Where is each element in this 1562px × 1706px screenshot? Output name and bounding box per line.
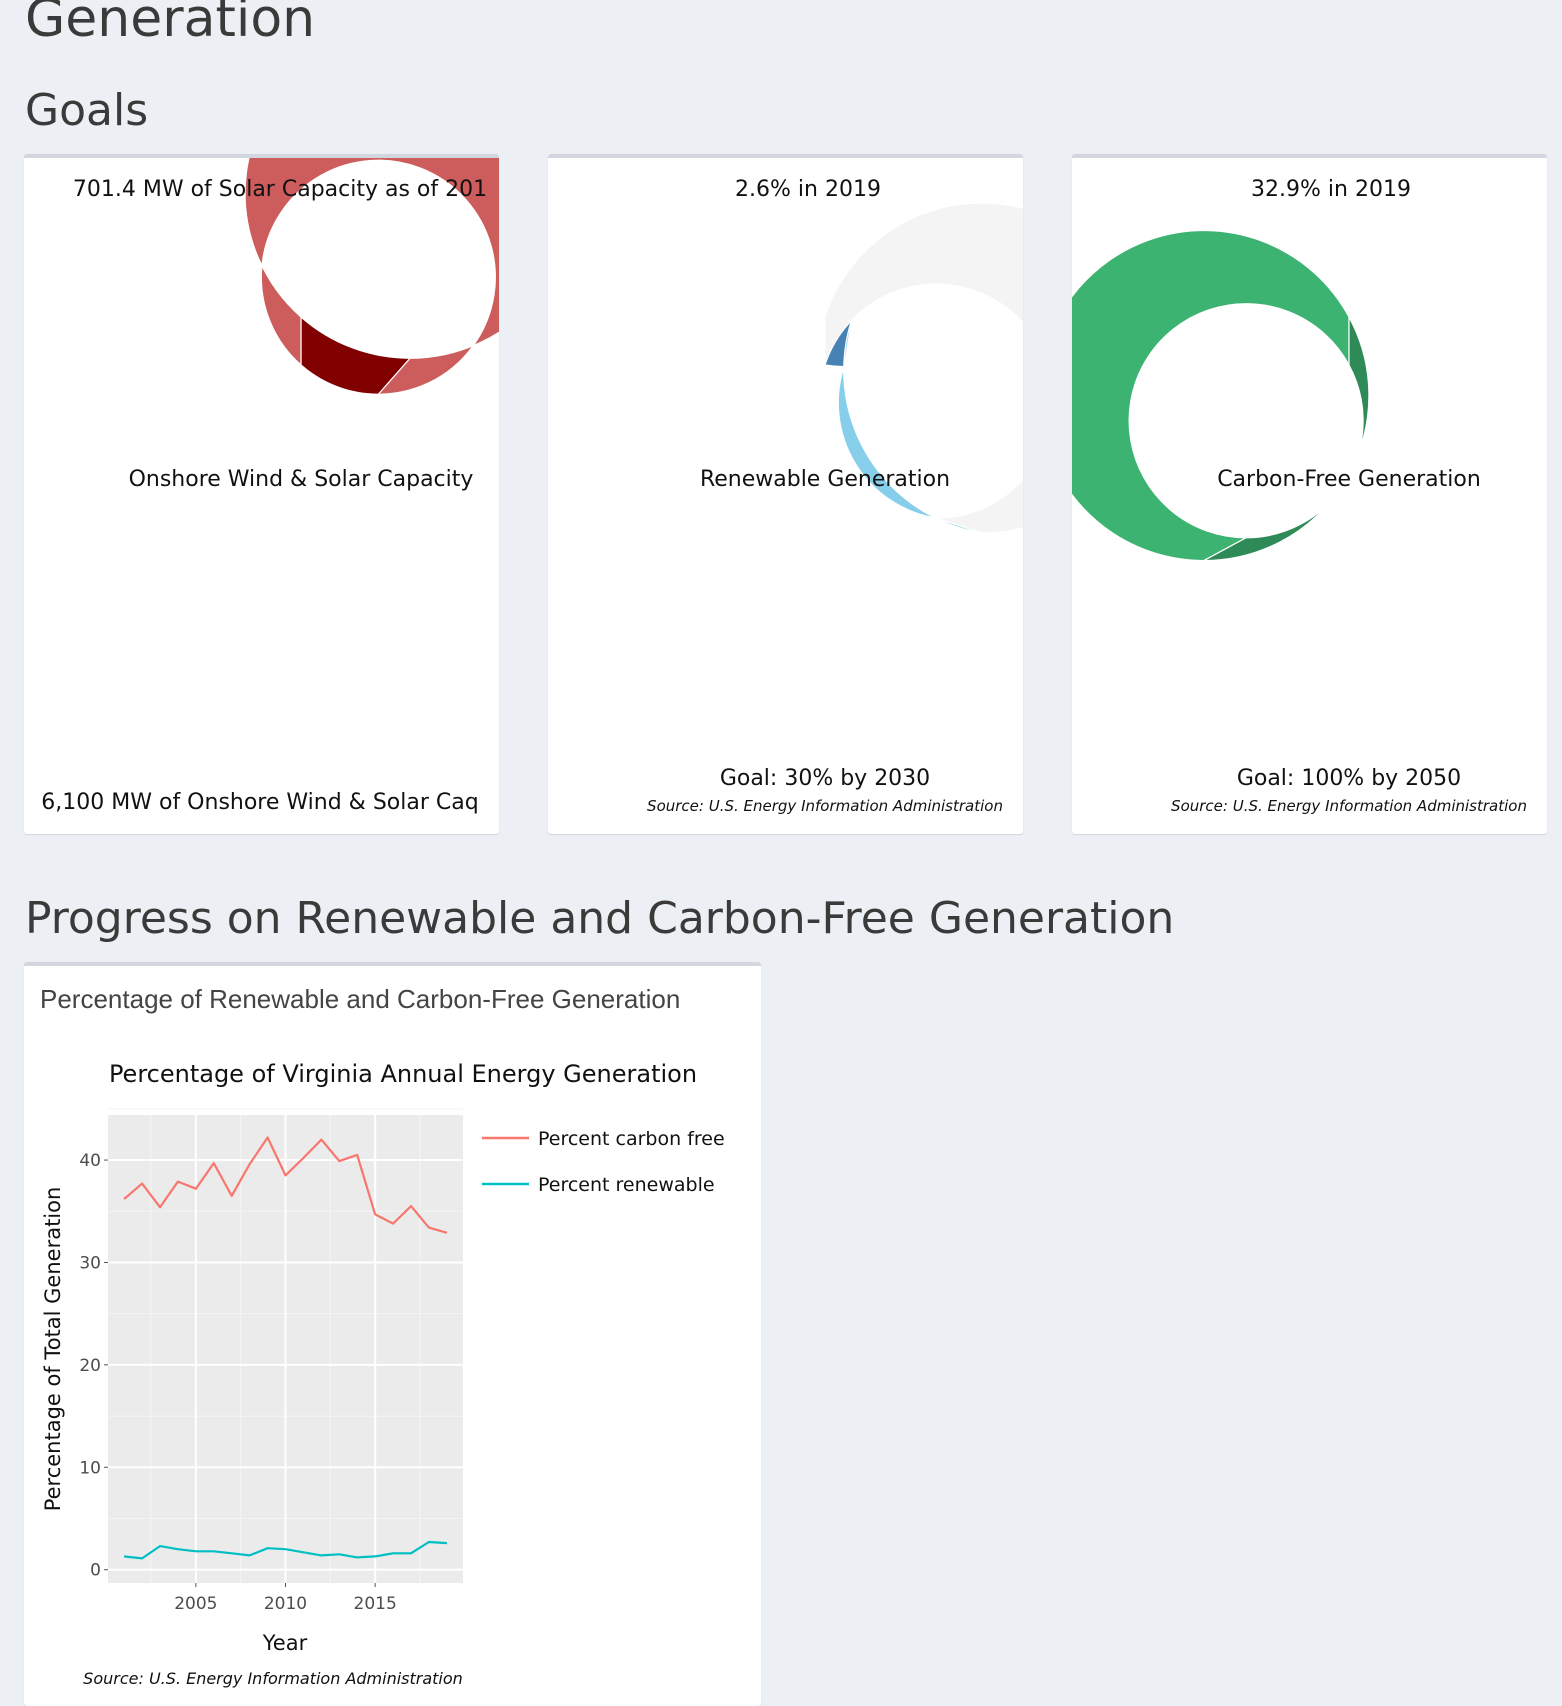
donut-slice-0 <box>1072 230 1350 562</box>
x-tick-label: 2015 <box>354 1594 397 1614</box>
goal-center-label: Renewable Generation <box>700 467 950 492</box>
x-tick-label: 2005 <box>174 1594 217 1614</box>
x-tick-label: 2010 <box>264 1594 307 1614</box>
goal-bottom-text: Goal: 100% by 2050 <box>1237 766 1461 791</box>
y-tick-label: 30 <box>79 1253 101 1273</box>
chart-legend: Percent carbon free Percent renewable <box>482 1128 725 1196</box>
goal-source: Source: U.S. Energy Information Administ… <box>647 797 1003 815</box>
y-tick-label: 10 <box>79 1458 101 1478</box>
chart-source: Source: U.S. Energy Information Administ… <box>83 1669 463 1688</box>
y-tick-label: 0 <box>90 1561 101 1581</box>
line-chart: Percentage of Virginia Annual Energy Gen… <box>41 1060 725 1688</box>
legend-label: Percent renewable <box>538 1174 715 1196</box>
y-tick-label: 20 <box>79 1356 101 1376</box>
y-axis-label: Percentage of Total Generation <box>41 1187 65 1512</box>
goals-heading: Goals <box>25 85 149 136</box>
goal-bottom-text: Goal: 30% by 2030 <box>720 766 930 791</box>
goal-center-label: Onshore Wind & Solar Capacity <box>129 467 474 492</box>
progress-card: Percentage of Renewable and Carbon-Free … <box>24 962 761 1706</box>
goal-donut-chart-wind-solar: 701.4 MW of Solar Capacity as of 201 Ons… <box>41 158 499 815</box>
goal-donut-chart-renewable: 2.6% in 2019 Renewable Generation Goal: … <box>647 177 1023 815</box>
goal-top-text: 701.4 MW of Solar Capacity as of 201 <box>73 177 487 202</box>
progress-heading: Progress on Renewable and Carbon-Free Ge… <box>25 893 1175 944</box>
goal-bottom-text: 6,100 MW of Onshore Wind & Solar Caq <box>41 790 478 815</box>
page-title: Generation <box>25 0 316 49</box>
goal-source: Source: U.S. Energy Information Administ… <box>1171 797 1527 815</box>
donut-slice-1 <box>837 319 983 534</box>
legend-label: Percent carbon free <box>538 1128 725 1150</box>
goal-top-text: 2.6% in 2019 <box>735 177 881 202</box>
y-tick-label: 40 <box>79 1151 101 1171</box>
goal-card-carbon-free: 32.9% in 2019 Carbon-Free Generation Goa… <box>1072 154 1547 834</box>
goal-card-wind-solar: 701.4 MW of Solar Capacity as of 201 Ons… <box>24 154 499 834</box>
goal-card-renewable: 2.6% in 2019 Renewable Generation Goal: … <box>548 154 1023 834</box>
chart-title: Percentage of Virginia Annual Energy Gen… <box>109 1060 697 1088</box>
goal-top-text: 32.9% in 2019 <box>1251 177 1411 202</box>
goal-center-label: Carbon-Free Generation <box>1217 467 1481 492</box>
goal-donut-chart-carbon-free: 32.9% in 2019 Carbon-Free Generation Goa… <box>1072 177 1527 815</box>
x-axis-label: Year <box>262 1631 308 1655</box>
